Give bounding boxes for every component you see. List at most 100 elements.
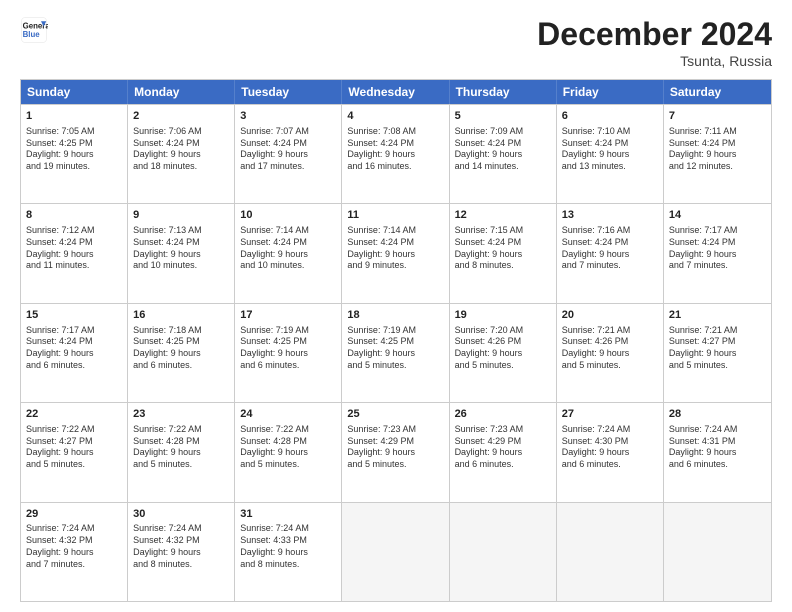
- day-number: 10: [240, 208, 336, 223]
- cell-info: Sunrise: 7:15 AM Sunset: 4:24 PM Dayligh…: [455, 225, 551, 272]
- weekday-header: Thursday: [450, 80, 557, 104]
- day-number: 13: [562, 208, 658, 223]
- cell-info: Sunrise: 7:24 AM Sunset: 4:31 PM Dayligh…: [669, 424, 766, 471]
- location: Tsunta, Russia: [537, 53, 772, 69]
- cell-info: Sunrise: 7:05 AM Sunset: 4:25 PM Dayligh…: [26, 126, 122, 173]
- calendar-cell: 24 Sunrise: 7:22 AM Sunset: 4:28 PM Dayli…: [235, 403, 342, 501]
- calendar-cell: 5Sunrise: 7:09 AM Sunset: 4:24 PM Daylig…: [450, 105, 557, 203]
- logo-icon: General Blue: [20, 16, 48, 44]
- cell-info: Sunrise: 7:22 AM Sunset: 4:28 PM Dayligh…: [133, 424, 229, 471]
- cell-info: Sunrise: 7:24 AM Sunset: 4:32 PM Dayligh…: [133, 523, 229, 570]
- cell-info: Sunrise: 7:21 AM Sunset: 4:27 PM Dayligh…: [669, 325, 766, 372]
- calendar-cell: 2 Sunrise: 7:06 AM Sunset: 4:24 PM Daylig…: [128, 105, 235, 203]
- calendar-cell: 23 Sunrise: 7:22 AM Sunset: 4:28 PM Dayli…: [128, 403, 235, 501]
- day-number: 1: [26, 109, 122, 124]
- cell-info: Sunrise: 7:20 AM Sunset: 4:26 PM Dayligh…: [455, 325, 551, 372]
- calendar-cell: 26 Sunrise: 7:23 AM Sunset: 4:29 PM Dayli…: [450, 403, 557, 501]
- calendar-cell: 8 Sunrise: 7:12 AM Sunset: 4:24 PM Daylig…: [21, 204, 128, 302]
- header: General Blue December 2024 Tsunta, Russi…: [20, 16, 772, 69]
- calendar: SundayMondayTuesdayWednesdayThursdayFrid…: [20, 79, 772, 602]
- cell-info: Sunrise: 7:11 AM Sunset: 4:24 PM Dayligh…: [669, 126, 766, 173]
- cell-info: Sunrise: 7:14 AM Sunset: 4:24 PM Dayligh…: [347, 225, 443, 272]
- day-number: 15: [26, 308, 122, 323]
- calendar-cell: 22Sunrise: 7:22 AM Sunset: 4:27 PM Dayli…: [21, 403, 128, 501]
- day-number: 23: [133, 407, 229, 422]
- cell-info: Sunrise: 7:24 AM Sunset: 4:30 PM Dayligh…: [562, 424, 658, 471]
- cell-info: Sunrise: 7:13 AM Sunset: 4:24 PM Dayligh…: [133, 225, 229, 272]
- calendar-cell: [557, 503, 664, 601]
- cell-info: Sunrise: 7:24 AM Sunset: 4:33 PM Dayligh…: [240, 523, 336, 570]
- day-number: 22: [26, 407, 122, 422]
- day-number: 8: [26, 208, 122, 223]
- cell-info: Sunrise: 7:07 AM Sunset: 4:24 PM Dayligh…: [240, 126, 336, 173]
- cell-info: Sunrise: 7:10 AM Sunset: 4:24 PM Dayligh…: [562, 126, 658, 173]
- cell-info: Sunrise: 7:23 AM Sunset: 4:29 PM Dayligh…: [347, 424, 443, 471]
- calendar-cell: [664, 503, 771, 601]
- calendar-cell: 10 Sunrise: 7:14 AM Sunset: 4:24 PM Dayli…: [235, 204, 342, 302]
- calendar-cell: 14Sunrise: 7:17 AM Sunset: 4:24 PM Dayli…: [664, 204, 771, 302]
- weekday-header: Tuesday: [235, 80, 342, 104]
- calendar-cell: 13 Sunrise: 7:16 AM Sunset: 4:24 PM Dayli…: [557, 204, 664, 302]
- cell-info: Sunrise: 7:22 AM Sunset: 4:28 PM Dayligh…: [240, 424, 336, 471]
- cell-info: Sunrise: 7:24 AM Sunset: 4:32 PM Dayligh…: [26, 523, 122, 570]
- cell-info: Sunrise: 7:08 AM Sunset: 4:24 PM Dayligh…: [347, 126, 443, 173]
- cell-info: Sunrise: 7:19 AM Sunset: 4:25 PM Dayligh…: [240, 325, 336, 372]
- day-number: 18: [347, 308, 443, 323]
- weekday-header: Friday: [557, 80, 664, 104]
- svg-text:Blue: Blue: [23, 30, 41, 39]
- day-number: 12: [455, 208, 551, 223]
- calendar-cell: 21 Sunrise: 7:21 AM Sunset: 4:27 PM Dayli…: [664, 304, 771, 402]
- cell-info: Sunrise: 7:16 AM Sunset: 4:24 PM Dayligh…: [562, 225, 658, 272]
- cell-info: Sunrise: 7:06 AM Sunset: 4:24 PM Dayligh…: [133, 126, 229, 173]
- title-block: December 2024 Tsunta, Russia: [537, 16, 772, 69]
- calendar-cell: 16Sunrise: 7:18 AM Sunset: 4:25 PM Dayli…: [128, 304, 235, 402]
- day-number: 21: [669, 308, 766, 323]
- day-number: 19: [455, 308, 551, 323]
- weekday-header: Saturday: [664, 80, 771, 104]
- day-number: 5: [455, 109, 551, 124]
- cell-info: Sunrise: 7:12 AM Sunset: 4:24 PM Dayligh…: [26, 225, 122, 272]
- calendar-cell: 19 Sunrise: 7:20 AM Sunset: 4:26 PM Dayli…: [450, 304, 557, 402]
- logo: General Blue: [20, 16, 48, 44]
- calendar-row: 29Sunrise: 7:24 AM Sunset: 4:32 PM Dayli…: [21, 502, 771, 601]
- calendar-row: 8 Sunrise: 7:12 AM Sunset: 4:24 PM Daylig…: [21, 203, 771, 302]
- cell-info: Sunrise: 7:14 AM Sunset: 4:24 PM Dayligh…: [240, 225, 336, 272]
- cell-info: Sunrise: 7:19 AM Sunset: 4:25 PM Dayligh…: [347, 325, 443, 372]
- calendar-cell: 1 Sunrise: 7:05 AM Sunset: 4:25 PM Daylig…: [21, 105, 128, 203]
- day-number: 17: [240, 308, 336, 323]
- calendar-cell: 18 Sunrise: 7:19 AM Sunset: 4:25 PM Dayli…: [342, 304, 449, 402]
- calendar-cell: 31Sunrise: 7:24 AM Sunset: 4:33 PM Dayli…: [235, 503, 342, 601]
- calendar-cell: 20Sunrise: 7:21 AM Sunset: 4:26 PM Dayli…: [557, 304, 664, 402]
- day-number: 25: [347, 407, 443, 422]
- cell-info: Sunrise: 7:17 AM Sunset: 4:24 PM Dayligh…: [26, 325, 122, 372]
- day-number: 11: [347, 208, 443, 223]
- calendar-cell: 17 Sunrise: 7:19 AM Sunset: 4:25 PM Dayli…: [235, 304, 342, 402]
- cell-info: Sunrise: 7:21 AM Sunset: 4:26 PM Dayligh…: [562, 325, 658, 372]
- calendar-cell: 9 Sunrise: 7:13 AM Sunset: 4:24 PM Daylig…: [128, 204, 235, 302]
- day-number: 29: [26, 507, 122, 522]
- weekday-header: Monday: [128, 80, 235, 104]
- calendar-cell: 25 Sunrise: 7:23 AM Sunset: 4:29 PM Dayli…: [342, 403, 449, 501]
- cell-info: Sunrise: 7:18 AM Sunset: 4:25 PM Dayligh…: [133, 325, 229, 372]
- day-number: 26: [455, 407, 551, 422]
- calendar-header: SundayMondayTuesdayWednesdayThursdayFrid…: [21, 80, 771, 104]
- day-number: 9: [133, 208, 229, 223]
- day-number: 6: [562, 109, 658, 124]
- day-number: 27: [562, 407, 658, 422]
- day-number: 24: [240, 407, 336, 422]
- weekday-header: Sunday: [21, 80, 128, 104]
- cell-info: Sunrise: 7:23 AM Sunset: 4:29 PM Dayligh…: [455, 424, 551, 471]
- cell-info: Sunrise: 7:17 AM Sunset: 4:24 PM Dayligh…: [669, 225, 766, 272]
- weekday-header: Wednesday: [342, 80, 449, 104]
- calendar-row: 1 Sunrise: 7:05 AM Sunset: 4:25 PM Daylig…: [21, 104, 771, 203]
- calendar-cell: 6 Sunrise: 7:10 AM Sunset: 4:24 PM Daylig…: [557, 105, 664, 203]
- day-number: 2: [133, 109, 229, 124]
- calendar-cell: 11 Sunrise: 7:14 AM Sunset: 4:24 PM Dayli…: [342, 204, 449, 302]
- page: General Blue December 2024 Tsunta, Russi…: [0, 0, 792, 612]
- day-number: 3: [240, 109, 336, 124]
- calendar-cell: 29Sunrise: 7:24 AM Sunset: 4:32 PM Dayli…: [21, 503, 128, 601]
- calendar-cell: 7Sunrise: 7:11 AM Sunset: 4:24 PM Daylig…: [664, 105, 771, 203]
- calendar-cell: [450, 503, 557, 601]
- calendar-cell: 30Sunrise: 7:24 AM Sunset: 4:32 PM Dayli…: [128, 503, 235, 601]
- calendar-cell: 4Sunrise: 7:08 AM Sunset: 4:24 PM Daylig…: [342, 105, 449, 203]
